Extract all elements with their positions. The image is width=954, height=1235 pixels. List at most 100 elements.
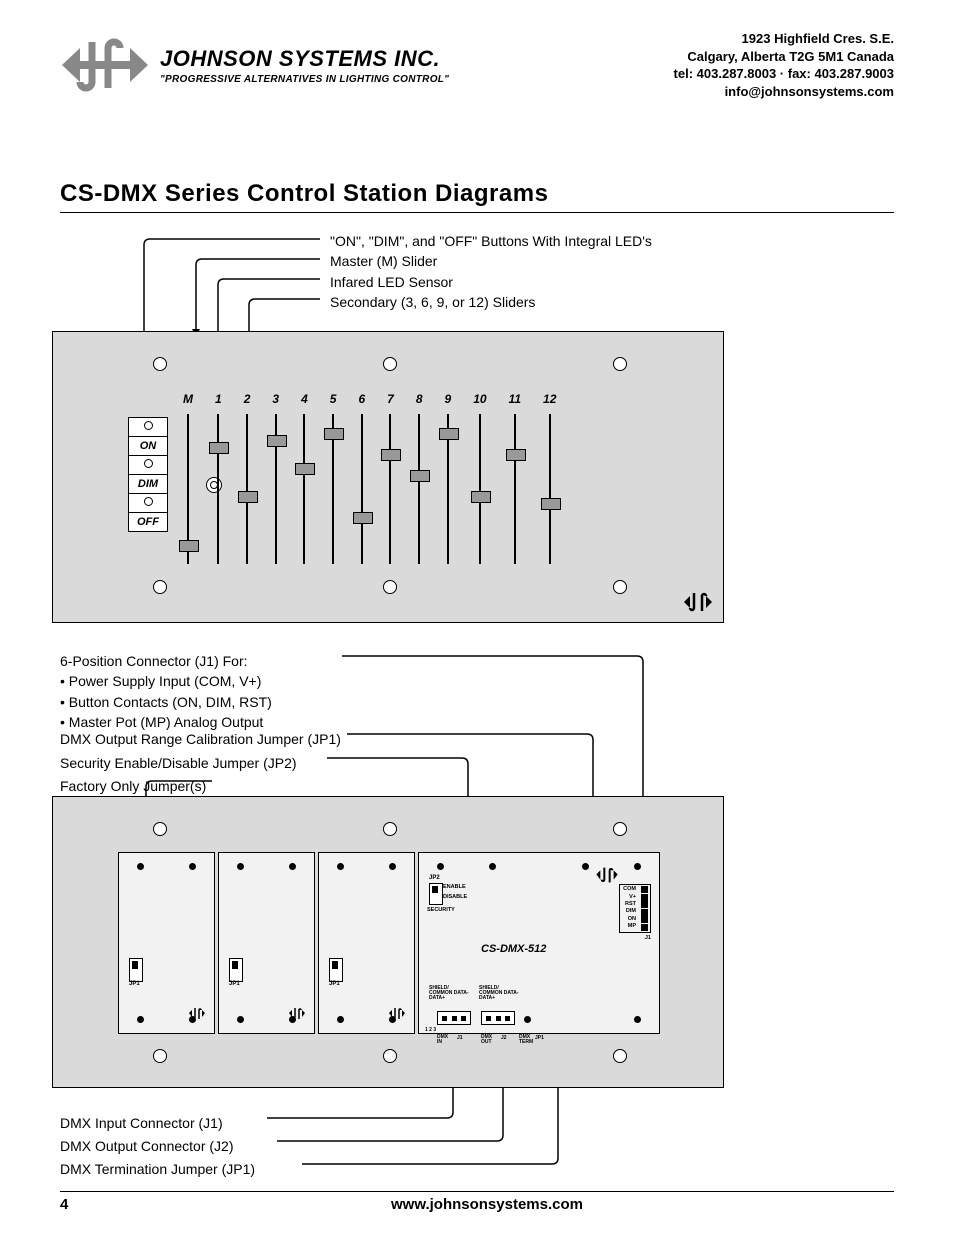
mounting-hole-icon xyxy=(383,357,397,371)
slider: 11 xyxy=(509,392,521,564)
callout-text: Master (M) Slider xyxy=(330,251,652,271)
jumper-icon xyxy=(129,958,143,982)
mounting-hole-icon xyxy=(613,1049,627,1063)
standoff-dot-icon xyxy=(289,863,296,870)
led-icon xyxy=(144,421,153,430)
security-title-label: SECURITY xyxy=(427,907,455,913)
pin-icon xyxy=(641,894,648,901)
dmx-j1-label: J1 xyxy=(457,1035,463,1041)
off-button-label: OFF xyxy=(129,513,167,531)
pin-icon xyxy=(641,909,648,916)
standoff-dot-icon xyxy=(337,863,344,870)
slider-label: 10 xyxy=(473,392,486,410)
pcb-board: JP1 xyxy=(218,852,315,1034)
slider-track-icon xyxy=(303,414,305,564)
standoff-dot-icon xyxy=(137,863,144,870)
slider-label: 11 xyxy=(509,392,521,410)
slider-label: 4 xyxy=(301,392,308,410)
pin-icon xyxy=(641,901,648,908)
footer-url: www.johnsonsystems.com xyxy=(80,1196,894,1213)
led-icon xyxy=(144,459,153,468)
slider-track-icon xyxy=(246,414,248,564)
slider: 7 xyxy=(387,392,394,564)
callout-text: DMX Output Connector (J2) xyxy=(60,1136,234,1158)
mounting-hole-icon xyxy=(383,1049,397,1063)
mounting-hole-icon xyxy=(613,822,627,836)
slider: M xyxy=(183,392,193,564)
term-jumper-icon xyxy=(524,1016,531,1023)
dmx-in-connector-icon xyxy=(437,1011,471,1025)
dmx-in-label: DMX IN xyxy=(437,1035,448,1045)
front-panel-diagram: ON DIM OFF M123456789101112 xyxy=(52,331,724,623)
board-logo-icon xyxy=(188,1006,206,1021)
slider-label: M xyxy=(183,392,193,410)
dmx-out-label: DMX OUT xyxy=(481,1035,492,1045)
dmx-header-label: SHIELD/ COMMON DATA- DATA+ xyxy=(429,986,474,1001)
callout-text: • Power Supply Input (COM, V+) xyxy=(60,671,272,691)
pcb-board: JP1 xyxy=(118,852,215,1034)
dmx-pins-label: 1 2 3 xyxy=(425,1028,436,1033)
slider: 8 xyxy=(416,392,423,564)
company-name: JOHNSON SYSTEMS INC. xyxy=(160,46,449,72)
address-line: Calgary, Alberta T2G 5M1 Canada xyxy=(674,48,894,66)
standoff-dot-icon xyxy=(137,1016,144,1023)
pin-icon xyxy=(641,916,648,923)
callout-text: • Button Contacts (ON, DIM, RST) xyxy=(60,692,272,712)
j1-pin-label: RST xyxy=(625,901,636,908)
board-logo-icon xyxy=(595,865,619,885)
panel-logo-icon xyxy=(683,590,713,614)
standoff-dot-icon xyxy=(237,1016,244,1023)
dmx-j2-label: J2 xyxy=(501,1035,507,1041)
jumper-icon xyxy=(229,958,243,982)
callout-block-j1: 6-Position Connector (J1) For: • Power S… xyxy=(60,651,272,732)
slider-handle-icon xyxy=(381,449,401,461)
slider-label: 6 xyxy=(358,392,365,410)
slider: 2 xyxy=(244,392,251,564)
page-title: CS-DMX Series Control Station Diagrams xyxy=(60,180,894,213)
led-icon xyxy=(144,497,153,506)
dmx-jp1-label: JP1 xyxy=(535,1035,544,1041)
slider-handle-icon xyxy=(410,470,430,482)
address-line: info@johnsonsystems.com xyxy=(674,83,894,101)
slider-handle-icon xyxy=(471,491,491,503)
callout-text: Secondary (3, 6, 9, or 12) Sliders xyxy=(330,292,652,312)
slider: 1 xyxy=(215,392,222,564)
j1-connector: COM V+ RST DIM ON MP J1 xyxy=(619,883,651,942)
slider-label: 3 xyxy=(272,392,279,410)
slider-track-icon xyxy=(514,414,516,564)
slider-label: 8 xyxy=(416,392,423,410)
slider-handle-icon xyxy=(179,540,199,552)
standoff-dot-icon xyxy=(634,863,641,870)
j1-pin-label: ON xyxy=(628,916,636,923)
callout-text: Infared LED Sensor xyxy=(330,272,652,292)
standoff-dot-icon xyxy=(489,863,496,870)
callout-text: 6-Position Connector (J1) For: xyxy=(60,651,272,671)
address-line: tel: 403.287.8003 · fax: 403.287.9003 xyxy=(674,65,894,83)
back-panel-diagram: JP1 JP1 JP1 xyxy=(52,796,724,1088)
company-address: 1923 Highfield Cres. S.E. Calgary, Alber… xyxy=(674,30,894,100)
mounting-hole-icon xyxy=(383,580,397,594)
mounting-hole-icon xyxy=(153,822,167,836)
mounting-hole-icon xyxy=(153,580,167,594)
page-footer: 4 www.johnsonsystems.com xyxy=(60,1191,894,1213)
mounting-hole-icon xyxy=(383,822,397,836)
standoff-dot-icon xyxy=(634,1016,641,1023)
j1-pin-label: MP xyxy=(628,923,636,930)
j1-pin-label: V+ xyxy=(629,894,636,901)
j1-pin-label: COM xyxy=(623,886,636,893)
standoff-dot-icon xyxy=(582,863,589,870)
standoff-dot-icon xyxy=(189,863,196,870)
callout-text: Security Enable/Disable Jumper (JP2) xyxy=(60,753,297,773)
mounting-hole-icon xyxy=(613,580,627,594)
slider: 9 xyxy=(445,392,452,564)
on-button-label: ON xyxy=(129,437,167,456)
standoff-dot-icon xyxy=(437,863,444,870)
company-tagline: "PROGRESSIVE ALTERNATIVES IN LIGHTING CO… xyxy=(160,74,449,85)
slider-track-icon xyxy=(275,414,277,564)
slider-handle-icon xyxy=(439,428,459,440)
slider-track-icon xyxy=(479,414,481,564)
slider: 12 xyxy=(543,392,556,564)
model-label: CS-DMX-512 xyxy=(481,943,546,955)
mounting-hole-icon xyxy=(153,357,167,371)
mounting-hole-icon xyxy=(153,1049,167,1063)
